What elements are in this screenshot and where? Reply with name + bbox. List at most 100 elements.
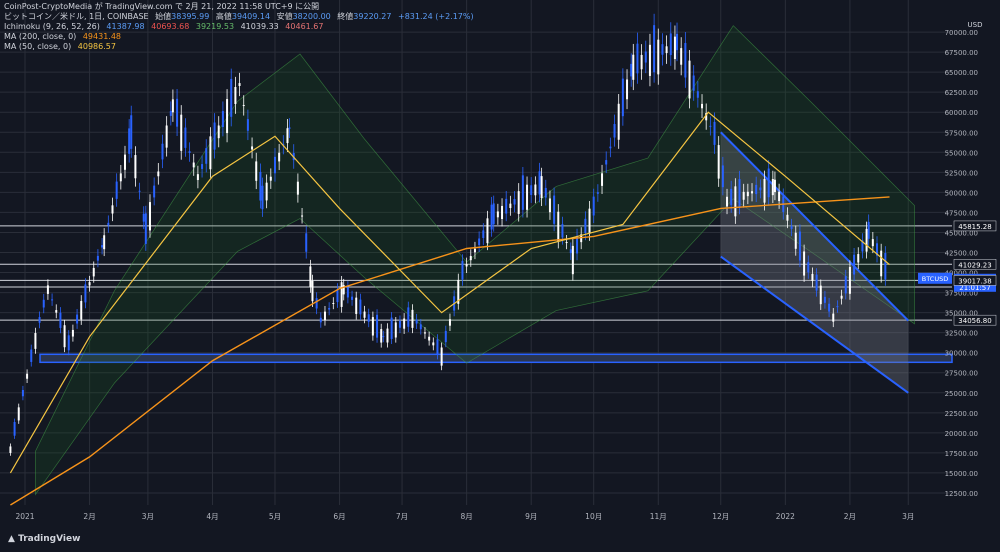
candle-body xyxy=(684,43,687,78)
candle-body xyxy=(688,60,691,99)
chart-area[interactable]: 12500.00 15000.00 17500.00 20000.00 22500.00… xyxy=(0,0,1000,548)
candle-body xyxy=(644,51,647,63)
candle-body xyxy=(448,319,451,326)
candle-body xyxy=(492,203,495,225)
candle-body xyxy=(565,242,568,244)
candle-body xyxy=(444,330,447,343)
candle-body xyxy=(836,306,839,308)
ichimoku-label: Ichimoku (9, 26, 52, 26) xyxy=(4,22,100,31)
y-tick-label: 15000.00 xyxy=(945,470,978,478)
y-tick-label: 20000.00 xyxy=(945,430,978,438)
candle-body xyxy=(601,173,604,186)
candle-body xyxy=(848,266,851,294)
candle-body xyxy=(355,297,358,314)
candle-body xyxy=(505,198,508,214)
candle-body xyxy=(828,303,831,312)
ichimoku-base-value: 40693.68 xyxy=(151,22,190,31)
candle-body xyxy=(398,320,401,328)
candle-body xyxy=(196,174,199,181)
price-label-text: 45815.28 xyxy=(958,223,991,231)
candle-body xyxy=(346,287,349,298)
candle-body xyxy=(844,276,847,294)
price-label-text: 39017.38 xyxy=(958,277,991,285)
footer-bar xyxy=(0,530,1000,548)
candle-body xyxy=(588,208,591,234)
candle-body xyxy=(238,83,241,87)
candle-body xyxy=(626,79,629,100)
candle-body xyxy=(380,329,383,343)
candle-body xyxy=(648,44,651,76)
candle-body xyxy=(832,313,835,322)
x-tick-label: 10月 xyxy=(585,512,602,521)
candle-body xyxy=(415,319,418,324)
x-tick-label: 9月 xyxy=(525,512,537,521)
candle-body xyxy=(386,328,389,343)
candle-body xyxy=(596,192,599,194)
candle-body xyxy=(230,78,233,117)
candle-body xyxy=(382,335,385,338)
candle-body xyxy=(482,230,485,238)
symbol-name[interactable]: ビットコイン／米ドル, 1日, COINBASE xyxy=(4,12,149,21)
candle-body xyxy=(246,119,249,131)
currency-label: USD xyxy=(968,21,983,29)
y-tick-label: 57500.00 xyxy=(945,129,978,137)
candle-body xyxy=(823,296,826,303)
candle-body xyxy=(226,99,229,134)
candle-body xyxy=(286,128,289,144)
candle-body xyxy=(726,196,729,207)
candle-body xyxy=(640,54,643,70)
ma200-line[interactable]: MA (200, close, 0) 49431.48 xyxy=(4,32,125,42)
low-label: 安値 xyxy=(276,12,293,21)
candle-body xyxy=(553,195,556,224)
candle-body xyxy=(880,250,883,277)
ohlc-line: ビットコイン／米ドル, 1日, COINBASE 始値38395.99 高値39… xyxy=(4,12,478,22)
candle-body xyxy=(509,203,512,209)
candle-body xyxy=(853,254,856,275)
candle-body xyxy=(517,191,520,214)
candle-body xyxy=(571,245,574,275)
candle-body xyxy=(34,333,37,349)
candle-body xyxy=(632,54,635,80)
ma50-line[interactable]: MA (50, close, 0) 40986.57 xyxy=(4,42,120,52)
candle-body xyxy=(84,284,87,303)
candle-body xyxy=(71,329,74,337)
candle-body xyxy=(423,332,426,334)
candle-body xyxy=(746,191,749,197)
x-tick-label: 6月 xyxy=(333,512,345,521)
y-tick-label: 47500.00 xyxy=(945,209,978,217)
candle-body xyxy=(51,299,54,301)
open-label: 始値 xyxy=(155,12,172,21)
candle-body xyxy=(465,264,468,267)
x-tick-label: 5月 xyxy=(269,512,281,521)
candle-body xyxy=(332,303,335,305)
candle-body xyxy=(269,176,272,181)
y-tick-label: 70000.00 xyxy=(945,29,978,37)
price-chart[interactable]: 12500.00 15000.00 17500.00 20000.00 22500.00… xyxy=(0,0,1000,548)
candle-body xyxy=(296,181,299,195)
close-value: 39220.27 xyxy=(353,12,392,21)
ichimoku-line[interactable]: Ichimoku (9, 26, 52, 26) 41387.98 40693.… xyxy=(4,22,327,32)
candle-body xyxy=(390,317,393,339)
candle-body xyxy=(288,127,291,129)
candle-body xyxy=(17,407,20,421)
candle-body xyxy=(680,48,683,65)
candle-body xyxy=(721,165,724,188)
candle-body xyxy=(328,307,331,310)
candle-body xyxy=(440,347,443,366)
candle-body xyxy=(319,317,322,323)
candle-body xyxy=(192,162,195,168)
candle-body xyxy=(119,173,122,182)
candle-body xyxy=(30,349,33,362)
candle-body xyxy=(763,178,766,203)
candle-body xyxy=(144,213,147,244)
ichimoku-spanB-value: 40461.67 xyxy=(285,22,324,31)
tradingview-logo[interactable]: ▲ TradingView xyxy=(8,534,80,544)
candle-body xyxy=(432,342,435,346)
candle-body xyxy=(676,33,679,51)
candle-body xyxy=(9,446,12,453)
candle-body xyxy=(96,255,99,261)
candle-body xyxy=(540,176,543,199)
candle-body xyxy=(461,260,464,280)
x-tick-label: 3月 xyxy=(902,512,914,521)
x-tick-label: 4月 xyxy=(206,512,218,521)
